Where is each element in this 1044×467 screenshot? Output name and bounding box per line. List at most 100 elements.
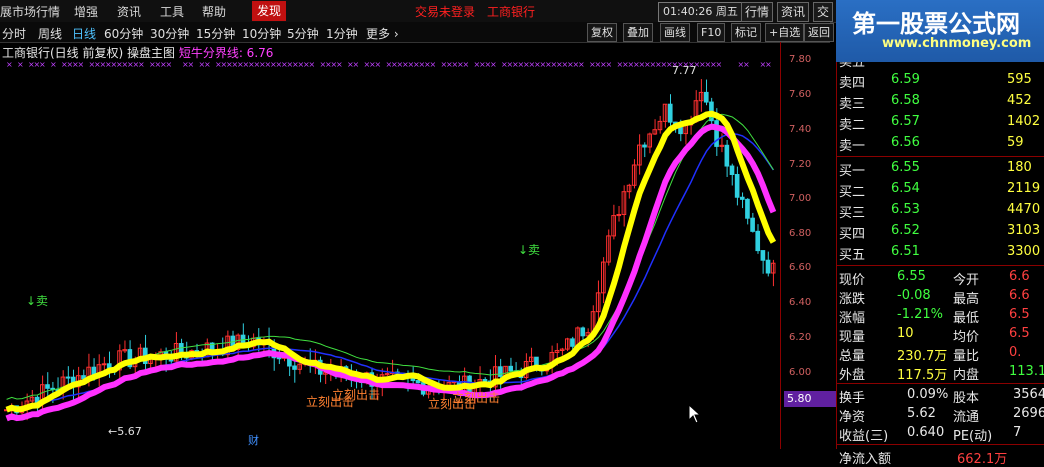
stat-value: 6.6 (1009, 269, 1030, 284)
period-60min[interactable]: 60分钟 (104, 25, 143, 42)
stat-value: 10 (897, 326, 914, 341)
x-marker: × (17, 60, 24, 69)
magenta-band (7, 127, 774, 419)
add-watchlist-button[interactable]: +自选 (765, 23, 804, 42)
menu-help[interactable]: 帮助 (202, 3, 226, 20)
finance-marker[interactable]: 财 (248, 432, 259, 448)
draw-button[interactable]: 画线 (660, 23, 690, 42)
x-marker: × (39, 60, 46, 69)
net-inflow-value: 662.1万 (957, 448, 1007, 467)
candle-body (668, 104, 672, 122)
menu-market[interactable]: 展市场行情 (0, 3, 60, 20)
candle-body (756, 231, 760, 250)
candle-body (751, 218, 755, 231)
quote-row: 总量 230.7万 量比 0. (837, 344, 1044, 364)
candle-body (581, 328, 585, 336)
trade-tab-button[interactable]: 交 (813, 2, 833, 22)
period-day[interactable]: 日线 (72, 25, 96, 42)
bid-label: 买五 (839, 244, 865, 263)
bid-price: 6.54 (891, 181, 920, 196)
adjust-button[interactable]: 复权 (587, 23, 617, 42)
sell-signal: ↓卖 (518, 241, 540, 258)
ask-price: 6.59 (891, 72, 920, 87)
stat-value: -0.08 (897, 288, 931, 303)
yellow-band (7, 114, 774, 410)
x-marker: × (430, 60, 437, 69)
menu-enhance[interactable]: 增强 (74, 3, 98, 20)
candle-body (483, 380, 487, 382)
stat-value: 6.6 (1009, 288, 1030, 303)
candle-body (66, 377, 70, 378)
x-marker: × (375, 60, 382, 69)
quote-row: 净资 5.62 流通 2696 (837, 405, 1044, 425)
stat-label: 内盘 (953, 364, 979, 383)
quote-row: 买二 6.54 2119 (837, 180, 1044, 200)
watermark-banner: 第一股票公式网 www.chnmoney.com (836, 0, 1044, 62)
divider (837, 156, 1044, 157)
stock-name-header: 工商银行 (487, 3, 535, 20)
fund-label: 流通 (953, 406, 979, 425)
news-tab-button[interactable]: 资讯 (777, 2, 809, 22)
stat-label: 最高 (953, 288, 979, 307)
stat-label: 现价 (839, 269, 865, 288)
clock: 01:40:26 周五 (658, 2, 743, 22)
period-1min[interactable]: 1分钟 (326, 25, 358, 42)
candle-body (725, 145, 729, 166)
bid-price: 6.53 (891, 202, 920, 217)
stat-value: 6.5 (1009, 326, 1030, 341)
ask-price: 6.58 (891, 93, 920, 108)
price-tick: 7.00 (789, 193, 811, 204)
bid-volume: 2119 (1007, 181, 1040, 196)
bid-price: 6.52 (891, 223, 920, 238)
quote-row: 收益(三) 0.640 PE(动) 7 (837, 424, 1044, 444)
fund-label: 收益(三) (839, 425, 888, 444)
x-marker: × (743, 60, 750, 69)
period-intraday[interactable]: 分时 (2, 25, 26, 42)
mark-button[interactable]: 标记 (731, 23, 761, 42)
quote-row: 外盘 117.5万 内盘 113.1 (837, 363, 1044, 383)
period-30min[interactable]: 30分钟 (150, 25, 189, 42)
quote-row: 卖三 6.58 452 (837, 92, 1044, 112)
ask-volume: 1402 (1007, 114, 1040, 129)
price-tick: 6.60 (789, 262, 811, 273)
stat-value: 113.1 (1009, 364, 1044, 379)
stat-value: 117.5万 (897, 364, 947, 383)
candle-body (416, 381, 420, 383)
quote-tab-button[interactable]: 行情 (741, 2, 773, 22)
period-15min[interactable]: 15分钟 (196, 25, 235, 42)
period-more[interactable]: 更多 › (366, 25, 399, 42)
menu-tools[interactable]: 工具 (160, 3, 184, 20)
price-tick: 7.80 (789, 54, 811, 65)
period-week[interactable]: 周线 (38, 25, 62, 42)
bid-label: 买二 (839, 181, 865, 200)
quote-row: 买四 6.52 3103 (837, 222, 1044, 242)
fund-value: 0.09% (907, 387, 948, 402)
quote-row: 买五 6.51 3300 (837, 243, 1044, 263)
candle-body (571, 339, 575, 346)
candle-body (730, 166, 734, 174)
stat-label: 外盘 (839, 364, 865, 383)
candle-body (499, 367, 503, 377)
ask-price: 6.56 (891, 135, 920, 150)
quote-row: 买三 6.53 4470 (837, 201, 1044, 221)
ask-label: 卖一 (839, 135, 865, 154)
candlestick-chart[interactable]: × ×××××××× ×××× ×××××× ×××× ×× × ××××××××××××××… (0, 42, 780, 449)
quote-row: 换手 0.09% 股本 3564 (837, 386, 1044, 406)
mouse-cursor-icon (688, 404, 702, 424)
bid-volume: 180 (1007, 160, 1032, 175)
x-marker: × (716, 60, 723, 69)
menu-news[interactable]: 资讯 (117, 3, 141, 20)
overlay-button[interactable]: 叠加 (623, 23, 653, 42)
stat-value: 6.5 (1009, 307, 1030, 322)
candle-body (509, 366, 513, 370)
stat-label: 总量 (839, 345, 865, 364)
period-5min[interactable]: 5分钟 (287, 25, 319, 42)
f10-button[interactable]: F10 (697, 23, 725, 42)
low-price-label: ←5.67 (108, 425, 142, 438)
chart-title-text: 工商银行(日线 前复权) 操盘主图 (2, 46, 175, 60)
back-button[interactable]: 返回 (804, 23, 834, 42)
menu-discover[interactable]: 发现 (252, 1, 286, 21)
bid-price: 6.55 (891, 160, 920, 175)
period-10min[interactable]: 10分钟 (242, 25, 281, 42)
candle-body (761, 251, 765, 261)
